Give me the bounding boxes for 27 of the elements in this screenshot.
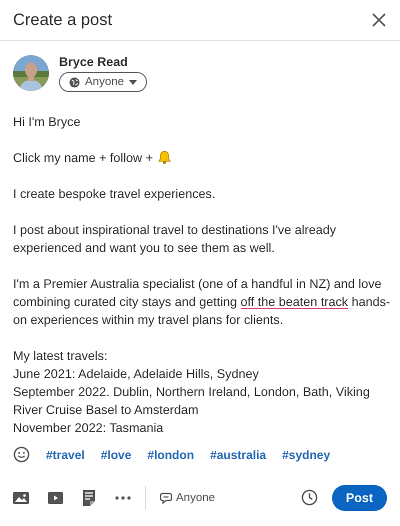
post-paragraph: Hi I'm Bryce xyxy=(13,114,82,130)
comment-audience-button[interactable]: Anyone xyxy=(160,492,216,504)
post-paragraph: I post about inspirational travel to destinations I've already experienced and want you to see them as well. xyxy=(13,222,338,256)
caret-icon xyxy=(129,80,138,84)
post-paragraph: I'm a Premier Australia specialist (one of a handful in NZ) and love combining curated city stays and getting off the beaten track hands-on experiences within my travel plans for clients. xyxy=(13,276,391,328)
post-paragraph: My latest travels: June 2021: Adelaide, Adelaide Hills, Sydney September 2022. Dublin, Northern Ireland, London, Bath, Viking River Cruise Basel to Amsterdam November 2022: Tasmania xyxy=(13,348,371,436)
post-paragraph: I create bespoke travel experiences. xyxy=(13,186,216,202)
author-name: Bryce Read xyxy=(59,55,129,69)
more-icon[interactable] xyxy=(115,496,131,500)
hashtag-link[interactable]: #sydney xyxy=(282,448,330,462)
post-button[interactable]: Post xyxy=(332,484,387,510)
emoji-icon[interactable] xyxy=(13,446,30,463)
hashtag-link[interactable]: #travel xyxy=(46,448,85,462)
video-icon[interactable] xyxy=(48,490,63,504)
globe-icon xyxy=(69,76,80,88)
photo-icon[interactable] xyxy=(13,490,29,504)
hashtag-link[interactable]: #australia xyxy=(210,448,266,462)
audience-dropdown[interactable]: Anyone xyxy=(59,72,148,92)
post-paragraph: Click my name + follow + xyxy=(13,148,391,166)
hashtag-link[interactable]: #love xyxy=(100,448,132,462)
hashtag-link[interactable]: #london xyxy=(147,448,194,462)
comment-icon xyxy=(160,492,172,504)
clock-icon[interactable] xyxy=(300,489,318,506)
close-icon[interactable] xyxy=(371,12,387,28)
bell-icon xyxy=(156,150,172,164)
document-icon[interactable] xyxy=(82,490,96,506)
dialog-title: Create a post xyxy=(13,10,112,30)
